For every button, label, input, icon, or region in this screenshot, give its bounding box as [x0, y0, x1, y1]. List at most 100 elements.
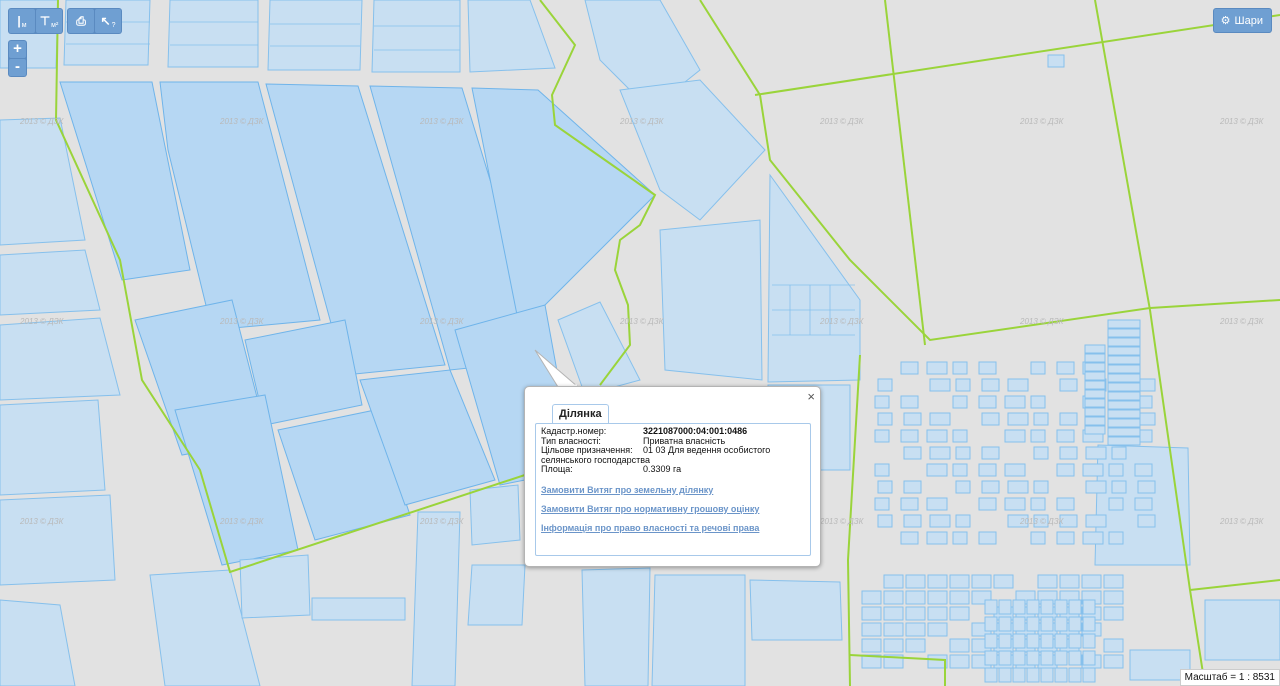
- village-parcel[interactable]: [984, 599, 998, 615]
- measure-area-button[interactable]: ⊤ м²: [36, 9, 62, 33]
- village-parcel[interactable]: [1084, 416, 1106, 426]
- village-parcel[interactable]: [1107, 409, 1141, 419]
- village-parcel[interactable]: [949, 590, 970, 605]
- village-parcel[interactable]: [1085, 446, 1107, 460]
- village-parcel[interactable]: [984, 667, 998, 683]
- village-parcel[interactable]: [900, 361, 919, 375]
- village-parcel[interactable]: [952, 361, 968, 375]
- village-parcel[interactable]: [952, 395, 968, 409]
- village-parcel[interactable]: [1108, 497, 1124, 511]
- village-parcel[interactable]: [1004, 497, 1026, 511]
- village-parcel[interactable]: [1082, 633, 1096, 649]
- village-parcel[interactable]: [1040, 650, 1054, 666]
- village-parcel[interactable]: [1030, 395, 1046, 409]
- village-parcel[interactable]: [1107, 418, 1141, 428]
- village-parcel[interactable]: [1108, 463, 1124, 477]
- village-parcel[interactable]: [1056, 463, 1075, 477]
- village-parcel[interactable]: [1134, 497, 1153, 511]
- village-parcel[interactable]: [1056, 429, 1075, 443]
- village-parcel[interactable]: [1103, 574, 1124, 589]
- zoom-in-button[interactable]: +: [9, 41, 26, 58]
- village-parcel[interactable]: [900, 531, 919, 545]
- village-parcel[interactable]: [1107, 382, 1141, 392]
- village-parcel[interactable]: [1107, 319, 1141, 329]
- village-parcel[interactable]: [1108, 531, 1124, 545]
- village-parcel[interactable]: [1111, 480, 1127, 494]
- village-parcel[interactable]: [1068, 667, 1082, 683]
- village-parcel[interactable]: [1107, 355, 1141, 365]
- village-parcel[interactable]: [978, 395, 997, 409]
- village-parcel[interactable]: [1054, 599, 1068, 615]
- village-parcel[interactable]: [929, 446, 951, 460]
- village-parcel[interactable]: [1004, 429, 1026, 443]
- village-parcel[interactable]: [926, 463, 948, 477]
- village-parcel[interactable]: [1137, 412, 1156, 426]
- village-parcel[interactable]: [1040, 599, 1054, 615]
- village-parcel[interactable]: [903, 446, 922, 460]
- village-parcel[interactable]: [1082, 531, 1104, 545]
- village-parcel[interactable]: [1040, 667, 1054, 683]
- village-parcel[interactable]: [1054, 650, 1068, 666]
- village-parcel[interactable]: [905, 638, 926, 653]
- village-parcel[interactable]: [981, 378, 1000, 392]
- village-parcel[interactable]: [949, 606, 970, 621]
- village-parcel[interactable]: [1107, 364, 1141, 374]
- village-parcel[interactable]: [1137, 378, 1156, 392]
- village-parcel[interactable]: [1103, 606, 1124, 621]
- village-parcel[interactable]: [1084, 407, 1106, 417]
- village-parcel[interactable]: [978, 531, 997, 545]
- village-parcel[interactable]: [978, 463, 997, 477]
- village-parcel[interactable]: [1007, 480, 1029, 494]
- village-parcel[interactable]: [883, 622, 904, 637]
- village-parcel[interactable]: [929, 378, 951, 392]
- village-parcel[interactable]: [1054, 616, 1068, 632]
- village-parcel[interactable]: [949, 638, 970, 653]
- village-parcel[interactable]: [1030, 361, 1046, 375]
- village-parcel[interactable]: [927, 622, 948, 637]
- village-parcel[interactable]: [993, 574, 1014, 589]
- village-parcel[interactable]: [1084, 398, 1106, 408]
- village-parcel[interactable]: [998, 667, 1012, 683]
- village-parcel[interactable]: [903, 480, 922, 494]
- village-parcel[interactable]: [1084, 362, 1106, 372]
- village-parcel[interactable]: [874, 497, 890, 511]
- close-icon[interactable]: ×: [807, 389, 815, 404]
- village-parcel[interactable]: [929, 514, 951, 528]
- village-parcel[interactable]: [1107, 400, 1141, 410]
- village-parcel[interactable]: [978, 497, 997, 511]
- village-parcel[interactable]: [1084, 380, 1106, 390]
- village-parcel[interactable]: [874, 395, 890, 409]
- village-parcel[interactable]: [900, 395, 919, 409]
- village-parcel[interactable]: [952, 531, 968, 545]
- village-parcel[interactable]: [900, 497, 919, 511]
- village-parcel[interactable]: [1033, 480, 1049, 494]
- village-parcel[interactable]: [927, 590, 948, 605]
- village-parcel[interactable]: [955, 514, 971, 528]
- village-parcel[interactable]: [1030, 531, 1046, 545]
- info-cursor-button[interactable]: ↖?: [95, 9, 121, 33]
- village-parcel[interactable]: [981, 446, 1000, 460]
- village-parcel[interactable]: [1137, 514, 1156, 528]
- village-parcel[interactable]: [978, 361, 997, 375]
- village-parcel[interactable]: [1026, 650, 1040, 666]
- village-parcel[interactable]: [877, 480, 893, 494]
- village-parcel[interactable]: [952, 463, 968, 477]
- village-parcel[interactable]: [1026, 633, 1040, 649]
- village-parcel[interactable]: [1040, 633, 1054, 649]
- village-parcel[interactable]: [1084, 371, 1106, 381]
- village-parcel[interactable]: [929, 412, 951, 426]
- village-parcel[interactable]: [955, 446, 971, 460]
- village-parcel[interactable]: [883, 574, 904, 589]
- village-parcel[interactable]: [1084, 353, 1106, 363]
- village-parcel[interactable]: [952, 429, 968, 443]
- village-parcel[interactable]: [861, 606, 882, 621]
- village-parcel[interactable]: [861, 622, 882, 637]
- village-parcel[interactable]: [905, 574, 926, 589]
- village-parcel[interactable]: [1084, 425, 1106, 435]
- village-parcel[interactable]: [1012, 650, 1026, 666]
- village-parcel[interactable]: [1134, 463, 1153, 477]
- village-parcel[interactable]: [1004, 463, 1026, 477]
- village-parcel[interactable]: [883, 606, 904, 621]
- village-parcel[interactable]: [1056, 497, 1075, 511]
- village-parcel[interactable]: [905, 622, 926, 637]
